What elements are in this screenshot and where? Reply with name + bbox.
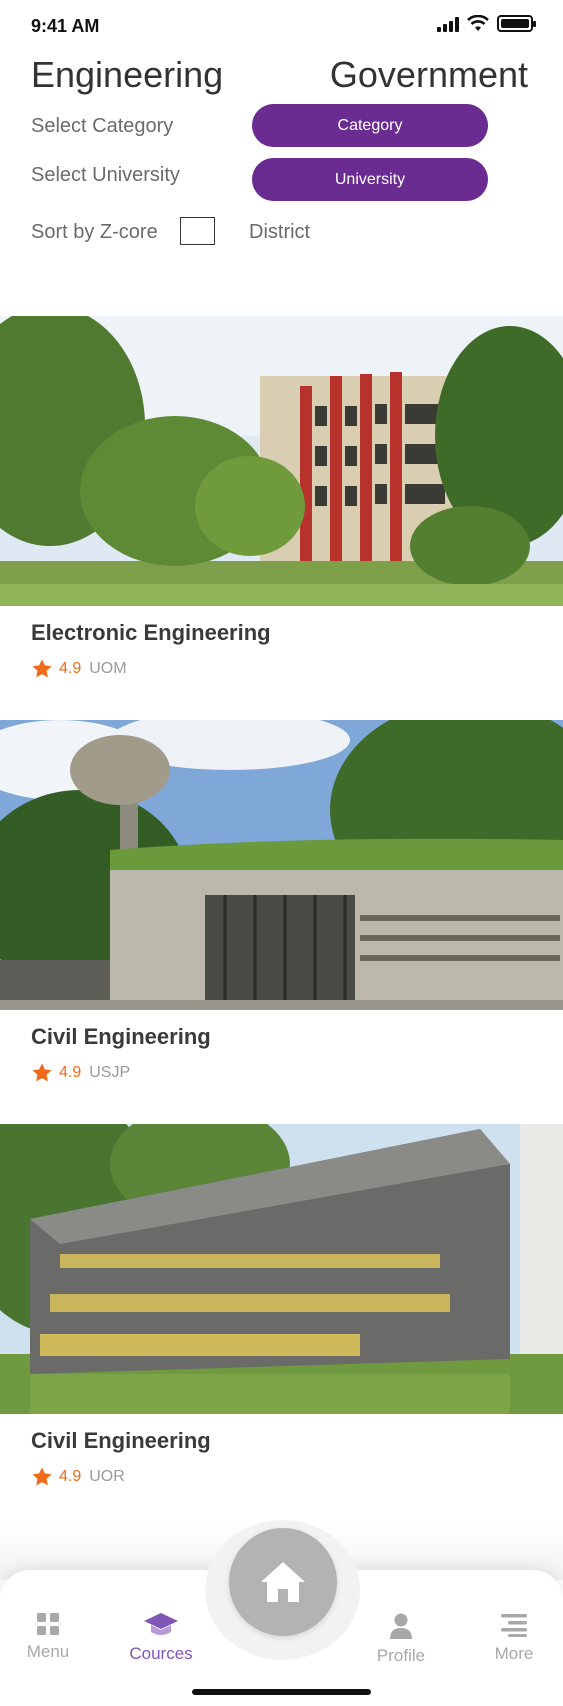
user-icon	[390, 1613, 412, 1639]
signal-icon	[437, 16, 459, 32]
sector-title: Government	[329, 54, 528, 95]
tab-profile[interactable]: Profile	[346, 1612, 456, 1666]
university-sign-photo	[0, 1124, 563, 1414]
page-title: Engineering	[31, 54, 224, 95]
home-button[interactable]	[229, 1528, 337, 1636]
status-bar: 9:41 AM	[0, 0, 563, 50]
star-icon	[32, 659, 52, 678]
university-button[interactable]: University	[252, 158, 488, 201]
university-code: UOM	[89, 660, 127, 677]
tab-label: More	[494, 1644, 534, 1663]
star-icon	[32, 1063, 52, 1082]
course-title[interactable]: Electronic Engineering	[31, 620, 271, 646]
grid-icon	[37, 1613, 59, 1635]
course-card[interactable]	[0, 1124, 563, 1414]
rating-value: 4.9	[59, 1468, 82, 1485]
category-button[interactable]: Category	[252, 104, 488, 147]
list-icon	[501, 1614, 527, 1637]
course-card[interactable]	[0, 720, 563, 1010]
tab-label: Cources	[129, 1644, 193, 1663]
course-card[interactable]	[0, 316, 563, 606]
district-label[interactable]: District	[249, 221, 310, 244]
wifi-icon	[467, 15, 489, 31]
rating-value: 4.9	[59, 1064, 82, 1081]
tab-label: Menu	[26, 1642, 70, 1661]
sort-label: Sort by Z-core	[31, 221, 158, 243]
university-code: USJP	[89, 1064, 131, 1081]
status-icons	[437, 15, 536, 32]
course-meta: 4.9 UOR	[31, 1466, 125, 1488]
graduation-cap-icon	[144, 1613, 178, 1635]
sort-checkbox[interactable]	[180, 217, 215, 245]
tab-courses[interactable]: Cources	[106, 1612, 216, 1664]
campus-building-photo	[0, 316, 563, 606]
tab-menu[interactable]: Menu	[0, 1612, 103, 1662]
university-gate-photo	[0, 720, 563, 1010]
category-label: Select Category	[31, 115, 174, 137]
tab-more[interactable]: More	[459, 1612, 563, 1664]
rating-value: 4.9	[59, 660, 82, 677]
university-code: UOR	[89, 1468, 125, 1485]
home-icon	[261, 1562, 305, 1602]
home-indicator	[192, 1689, 371, 1695]
battery-icon	[497, 15, 536, 32]
university-label: Select University	[31, 164, 180, 186]
course-meta: 4.9 USJP	[31, 1062, 130, 1084]
course-meta: 4.9 UOM	[31, 658, 127, 680]
course-title[interactable]: Civil Engineering	[31, 1024, 211, 1050]
star-icon	[32, 1467, 52, 1486]
tab-label: Profile	[376, 1646, 426, 1665]
status-time: 9:41 AM	[31, 16, 100, 36]
course-title[interactable]: Civil Engineering	[31, 1428, 211, 1454]
